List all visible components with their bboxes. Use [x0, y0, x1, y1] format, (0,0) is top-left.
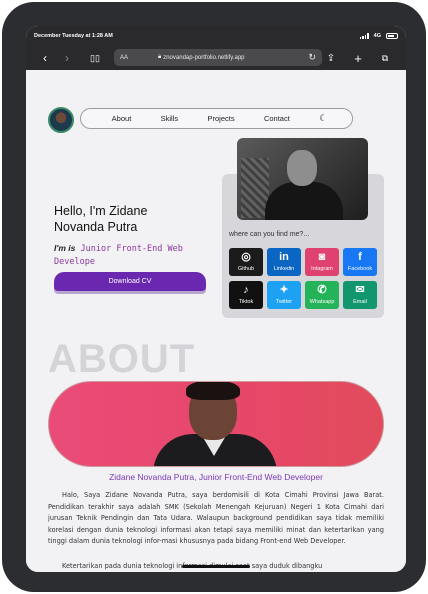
- linkedin-icon: in: [279, 251, 289, 263]
- status-datetime: December Tuesday at 1:28 AM: [34, 33, 113, 39]
- about-photo: [48, 381, 384, 467]
- tiktok-icon: ♪: [243, 284, 249, 296]
- home-indicator: [182, 565, 250, 568]
- share-icon[interactable]: ⇪: [320, 47, 342, 69]
- social-button-label: Intagram: [311, 266, 333, 272]
- hero-role: I'm is Junior Front-End Web Develope: [54, 242, 204, 269]
- nav-projects[interactable]: Projects: [208, 114, 235, 123]
- social-button-whatsapp[interactable]: ✆ Whatsapp: [305, 281, 339, 309]
- web-page: About Skills Projects Contact ☾ where ca…: [26, 70, 406, 572]
- download-cv-button[interactable]: Download CV: [54, 272, 206, 291]
- twitter-icon: ✦: [279, 284, 289, 296]
- lock-icon: 🔒︎: [158, 54, 162, 60]
- profile-avatar: [48, 107, 74, 133]
- signal-icon: [359, 33, 369, 39]
- nav-about[interactable]: About: [112, 114, 132, 123]
- whatsapp-icon: ✆: [317, 284, 327, 296]
- facebook-icon: f: [358, 251, 362, 263]
- about-name-title: Zidane Novanda Putra, Junior Front-End W…: [109, 472, 323, 482]
- reload-icon[interactable]: ↻: [308, 52, 316, 63]
- sidebar-icon[interactable]: ▯▯: [84, 47, 106, 69]
- social-button-intagram[interactable]: ◙ Intagram: [305, 248, 339, 276]
- network-label: 4G: [373, 33, 381, 39]
- social-button-label: Linkedin: [273, 266, 295, 272]
- github-icon: ◎: [241, 251, 251, 263]
- hero-greeting: Hello, I'm Zidane Novanda Putra: [54, 204, 148, 234]
- dark-mode-toggle-icon[interactable]: ☾: [319, 113, 327, 124]
- screen: December Tuesday at 1:28 AM 4G ‹ › ▯▯ AA…: [26, 26, 406, 572]
- navbar: About Skills Projects Contact ☾: [80, 108, 353, 129]
- new-tab-icon[interactable]: +: [347, 47, 369, 69]
- social-button-label: Github: [237, 266, 255, 272]
- social-heading: where can you find me?...: [229, 231, 310, 238]
- ipad-frame: December Tuesday at 1:28 AM 4G ‹ › ▯▯ AA…: [2, 2, 426, 592]
- social-button-tiktok[interactable]: ♪ Tiktok: [229, 281, 263, 309]
- social-button-email[interactable]: ✉ Email: [343, 281, 377, 309]
- url-text: znovandap-portfolio.netlify.app: [163, 54, 245, 61]
- social-button-facebook[interactable]: f Facebook: [343, 248, 377, 276]
- social-button-label: Tiktok: [238, 299, 254, 305]
- browser-toolbar: ‹ › ▯▯ AA 🔒︎ znovandap-portfolio.netlify…: [26, 46, 406, 70]
- nav-contact[interactable]: Contact: [264, 114, 290, 123]
- battery-icon: [386, 33, 398, 39]
- instagram-icon: ◙: [318, 251, 326, 263]
- social-button-label: Whatsapp: [309, 299, 335, 305]
- about-heading: ABOUT: [48, 337, 196, 381]
- role-prefix: I'm is: [54, 243, 76, 253]
- text-size-button[interactable]: AA: [120, 55, 128, 61]
- social-button-label: Email: [353, 299, 367, 305]
- social-button-linkedin[interactable]: in Linkedin: [267, 248, 301, 276]
- tabs-overview-icon[interactable]: ⧉: [374, 47, 396, 69]
- email-icon: ✉: [355, 284, 365, 296]
- about-paragraph-1: Halo, Saya Zidane Novanda Putra, saya be…: [48, 491, 384, 546]
- profile-photo: [237, 138, 368, 220]
- address-bar[interactable]: AA 🔒︎ znovandap-portfolio.netlify.app ↻: [114, 49, 322, 66]
- back-icon[interactable]: ‹: [34, 47, 56, 69]
- status-bar: December Tuesday at 1:28 AM 4G: [26, 26, 406, 46]
- social-button-label: Facebook: [347, 266, 373, 272]
- social-button-label: Twitter: [275, 299, 293, 305]
- nav-skills[interactable]: Skills: [161, 114, 179, 123]
- social-button-twitter[interactable]: ✦ Twitter: [267, 281, 301, 309]
- social-button-github[interactable]: ◎ Github: [229, 248, 263, 276]
- forward-icon[interactable]: ›: [56, 47, 78, 69]
